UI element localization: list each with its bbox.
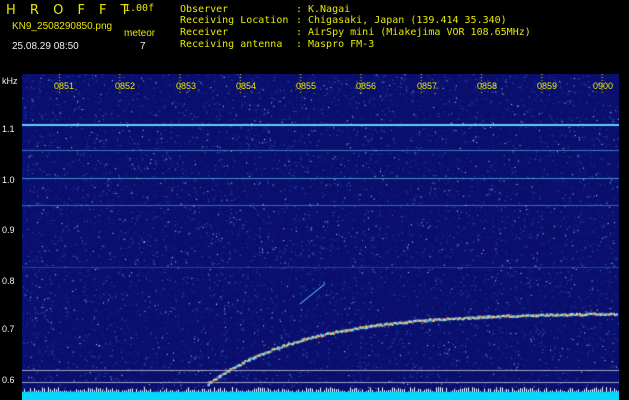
time-tick-label: 0851 [54, 81, 75, 91]
y-tick-label: 0.9 [2, 225, 15, 235]
location-colon: : [296, 15, 303, 26]
antenna-label: Receiving antenna [180, 39, 283, 50]
location-value: Chigasaki, Japan (139.414 35.340) [308, 15, 507, 26]
receiver-label: Receiver [180, 27, 229, 38]
version-label: 1.00f [124, 3, 155, 14]
header-panel: H R O F F T 1.00f KN9_2508290850.png 25.… [0, 0, 629, 74]
y-tick-label: 1.0 [2, 175, 15, 185]
y-tick-label: 0.6 [2, 375, 15, 385]
location-label: Receiving Location [180, 15, 289, 26]
channel-label: 7 [140, 41, 146, 52]
time-tick-label: 0854 [236, 81, 257, 91]
receiver-colon: : [296, 27, 303, 38]
antenna-colon: : [296, 39, 303, 50]
time-tick-label: 0855 [296, 81, 317, 91]
time-tick-label: 0859 [537, 81, 558, 91]
time-tick-label: 0900 [593, 81, 614, 91]
y-tick-label: 0.7 [2, 324, 15, 334]
time-tick-label: 0853 [176, 81, 197, 91]
timestamp-label: 25.08.29 08:50 [12, 41, 79, 52]
observer-colon: : [296, 4, 303, 15]
filename-label: KN9_2508290850.png [12, 21, 113, 32]
antenna-value: Maspro FM-3 [308, 39, 375, 50]
frequency-unit-label: kHz [2, 76, 18, 86]
time-tick-label: 0852 [115, 81, 136, 91]
spectrogram-canvas[interactable] [22, 74, 619, 400]
brand-title: H R O F F T [6, 3, 134, 18]
mode-label: meteor [124, 28, 156, 39]
receiver-value: AirSpy mini (Miakejima VOR 108.65MHz) [308, 27, 531, 38]
observer-value: K.Nagai [308, 4, 351, 15]
y-tick-label: 0.8 [2, 276, 15, 286]
time-tick-label: 0856 [356, 81, 377, 91]
y-tick-label: 1.1 [2, 124, 15, 134]
time-tick-label: 0857 [417, 81, 438, 91]
observer-label: Observer [180, 4, 229, 15]
time-tick-label: 0858 [477, 81, 498, 91]
